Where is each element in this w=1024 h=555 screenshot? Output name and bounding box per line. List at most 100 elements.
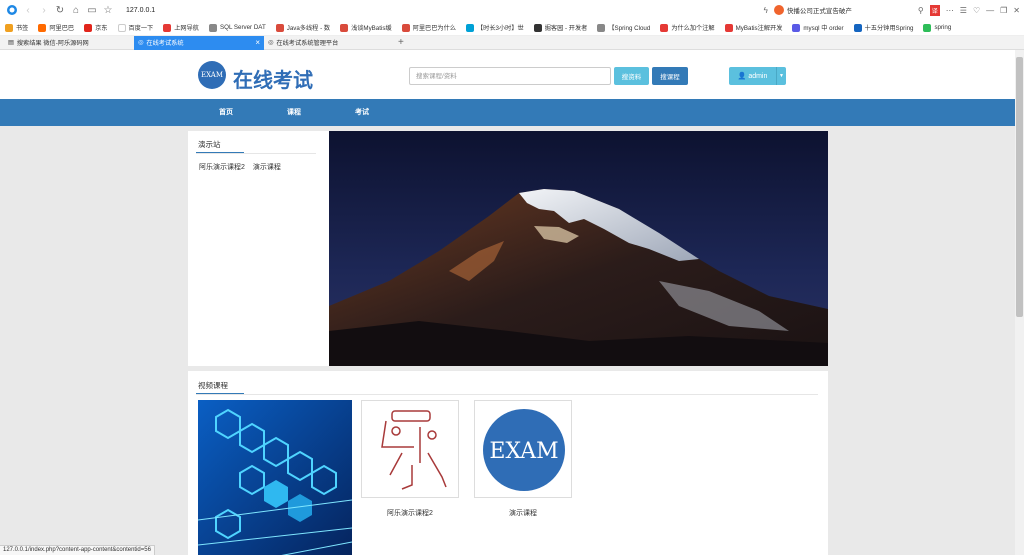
bookmark-item[interactable]: MyBatis注解开发 [724, 23, 783, 32]
reload-icon[interactable]: ↻ [52, 2, 68, 18]
user-icon: 👤 [737, 73, 747, 80]
search-course-button[interactable]: 搜课程 [652, 67, 688, 85]
search-engine-icon [773, 5, 784, 15]
tab-search-results[interactable]: ▤ 搜索结果 微信-阿乐源码网 [4, 36, 134, 50]
bookmark-item[interactable]: 阿里巴巴 [38, 23, 74, 32]
bookmark-item[interactable]: spring [923, 23, 952, 32]
bookmark-favicon-icon [340, 23, 349, 32]
bookmark-favicon-icon [38, 23, 47, 32]
url-field[interactable]: 127.0.0.1 [126, 7, 155, 14]
course-caption[interactable]: 阿乐演示课程2 [361, 508, 459, 518]
bookmark-label: 浅谈MyBatis缓 [351, 25, 392, 32]
bookmark-favicon-icon [84, 23, 93, 32]
bookmark-item[interactable]: 掘客园 - 开发者 [533, 23, 588, 32]
site-logo[interactable]: EXAM [198, 61, 226, 89]
bookmark-label: MyBatis注解开发 [735, 25, 783, 32]
more-icon[interactable]: ⋯ [946, 6, 954, 15]
bookmark-item[interactable]: SQL Server DAT [209, 23, 266, 32]
search-data-button[interactable]: 搜资料 [614, 67, 649, 85]
bookmark-favicon-icon [163, 23, 172, 32]
page-scrollbar[interactable] [1015, 50, 1024, 555]
restore-icon[interactable]: ❐ [1000, 6, 1007, 15]
new-tab-icon[interactable]: + [398, 37, 404, 48]
lightning-icon[interactable]: ϟ [764, 6, 768, 15]
bookmark-item[interactable]: 阿里巴巴为什么 [401, 23, 456, 32]
bookmark-item[interactable]: 浅谈MyBatis缓 [340, 23, 392, 32]
user-menu[interactable]: 👤 admin ▼ [729, 67, 786, 85]
bookmark-favicon-icon [853, 23, 862, 32]
bookmark-item[interactable]: 京东 [84, 23, 108, 32]
scrollbar-thumb[interactable] [1016, 57, 1023, 317]
close-tab-icon[interactable]: × [255, 38, 260, 47]
course-thumb-exam[interactable]: EXAM [474, 400, 572, 498]
demo-panel: 演示站 阿乐演示课程2 演示课程 [188, 131, 828, 366]
news-text: 快播公司正式宣告破产 [786, 8, 852, 15]
tab-label: 在线考试系统管理平台 [276, 40, 339, 47]
globe-icon: ◎ [138, 39, 144, 46]
translate-icon[interactable]: 译 [929, 4, 940, 16]
bookmark-item[interactable]: 百度一下 [117, 23, 154, 32]
divider [196, 153, 316, 154]
bookmark-item[interactable]: 书签 [5, 23, 28, 32]
browser-logo-icon [4, 2, 20, 18]
tab-admin-platform[interactable]: ◎ 在线考试系统管理平台 [264, 36, 394, 50]
bookmark-label: 上网导航 [174, 25, 199, 32]
bookmark-label: 百度一下 [128, 25, 154, 32]
search-icon[interactable]: ⚲ [918, 6, 924, 15]
bookmark-item[interactable]: mysql 中 order [792, 23, 844, 32]
tab-exam-system[interactable]: ◎ 在线考试系统 × [134, 35, 264, 50]
divider [196, 394, 818, 395]
star-icon[interactable]: ☆ [100, 2, 116, 18]
reader-icon[interactable]: ▭ [84, 2, 100, 18]
nav-exams[interactable]: 考试 [355, 99, 369, 126]
course-link[interactable]: 演示课程 [253, 162, 281, 172]
course-thumb-sketch[interactable] [361, 400, 459, 498]
course-caption[interactable]: 演示课程 [474, 508, 572, 518]
promo-image[interactable] [198, 400, 352, 555]
bookmark-label: 掘客园 - 开发者 [544, 25, 588, 32]
globe-icon: ◎ [268, 39, 274, 46]
menu-icon[interactable]: ☰ [960, 6, 967, 15]
bookmark-label: 【Spring Cloud [608, 25, 651, 32]
back-icon[interactable]: ‹ [20, 2, 36, 18]
user-name[interactable]: 👤 admin [729, 72, 776, 81]
nav-courses[interactable]: 课程 [287, 99, 301, 126]
minimize-icon[interactable]: — [986, 6, 994, 15]
home-icon[interactable]: ⌂ [68, 2, 84, 18]
course-link[interactable]: 阿乐演示课程2 [199, 162, 245, 172]
bookmark-item[interactable]: Java多线程 - 数 [275, 23, 331, 32]
bookmark-label: mysql 中 order [803, 25, 844, 32]
bookmark-item[interactable]: 为什么加个注解 [660, 23, 715, 32]
status-bar: 127.0.0.1/index.php?content-app-content&… [0, 545, 155, 555]
user-label: admin [748, 72, 768, 80]
shield-icon[interactable]: ♡ [973, 6, 980, 15]
search-input[interactable] [409, 67, 611, 85]
bookmark-item[interactable]: 上网导航 [163, 23, 199, 32]
bookmark-label: 【时长3小时】世 [476, 25, 524, 32]
banner-image[interactable] [329, 131, 828, 366]
tab-label: 在线考试系统 [146, 40, 184, 47]
news-ticker[interactable]: 快播公司正式宣告破产 [773, 5, 852, 15]
bookmark-favicon-icon [923, 23, 932, 32]
bookmark-favicon-icon [465, 23, 474, 32]
forward-icon[interactable]: › [36, 2, 52, 18]
doc-icon: ▤ [8, 39, 14, 46]
bookmark-item[interactable]: 十五分钟用Spring [853, 23, 913, 32]
bookmark-favicon-icon [792, 23, 801, 32]
bookmark-favicon-icon [533, 23, 542, 32]
bookmark-label: Java多线程 - 数 [286, 25, 331, 32]
browser-toolbar: ‹ › ↻ ⌂ ▭ ☆ 127.0.0.1 ϟ 快播公司正式宣告破产 ⚲ 译 ⋯… [0, 0, 1024, 20]
bookmark-favicon-icon [597, 23, 606, 32]
bookmark-item[interactable]: 【时长3小时】世 [465, 23, 524, 32]
bookmark-item[interactable]: 【Spring Cloud [597, 23, 650, 32]
main-nav: 首页 课程 考试 [0, 99, 1024, 126]
nav-home[interactable]: 首页 [219, 99, 233, 126]
bookmark-favicon-icon [5, 23, 13, 32]
close-window-icon[interactable]: ✕ [1013, 6, 1020, 15]
bookmark-label: 为什么加个注解 [671, 25, 715, 32]
caret-down-icon[interactable]: ▼ [776, 67, 786, 85]
bookmark-label: 书签 [16, 25, 29, 32]
video-courses-panel: 视频课程 阿乐演示课程2 EXAM 演示课程 [188, 371, 828, 555]
bookmark-label: spring [934, 24, 952, 31]
bookmarks-bar: 书签 阿里巴巴 京东 百度一下 上网导航 SQL Server DAT Java多线程 - … [0, 20, 1024, 36]
